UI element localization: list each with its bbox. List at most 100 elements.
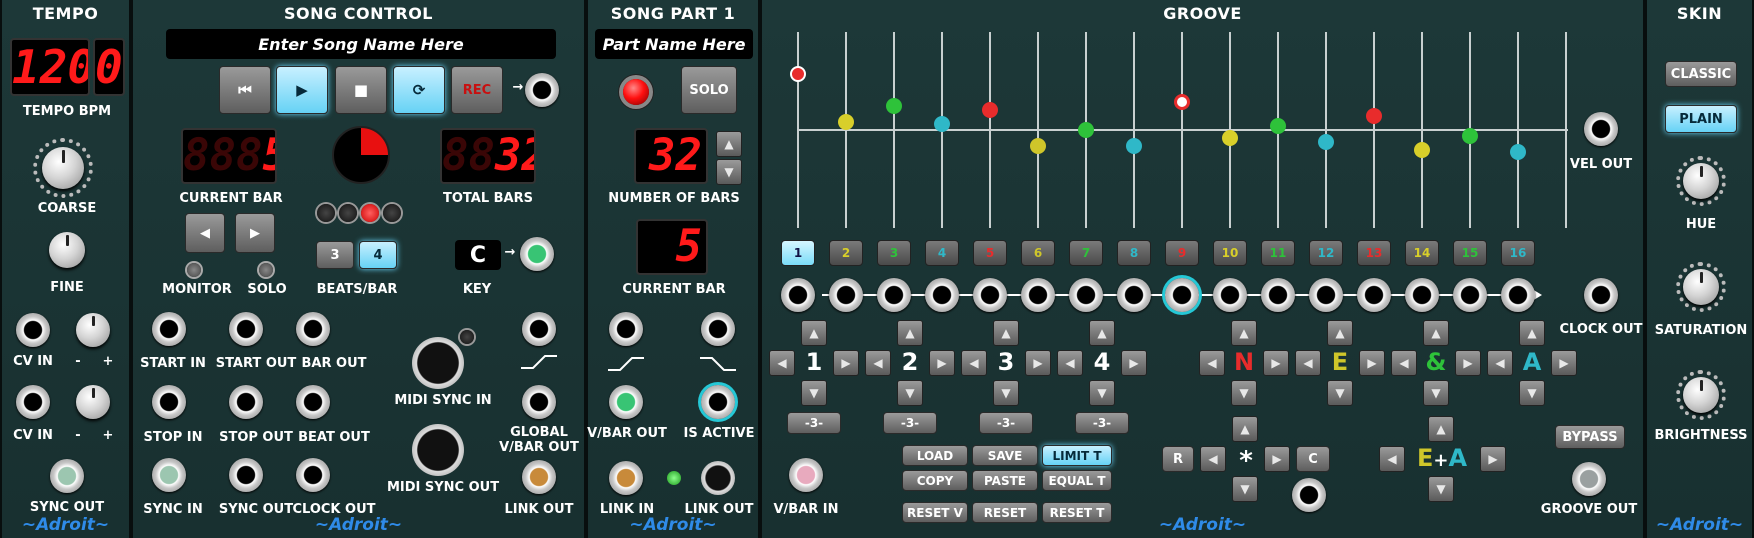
velocity-point[interactable]: [838, 114, 854, 130]
saturation-knob[interactable]: [1683, 269, 1719, 305]
monitor-led[interactable]: [187, 263, 201, 277]
step-jack-10[interactable]: [1213, 278, 1247, 312]
hue-knob[interactable]: [1683, 163, 1719, 199]
velocity-point[interactable]: [1030, 138, 1046, 154]
sub-1-right-button[interactable]: ▶: [1359, 350, 1385, 376]
step-button-10[interactable]: 10: [1213, 240, 1247, 266]
ea-right-button[interactable]: ▶: [1480, 446, 1506, 472]
step-jack-1[interactable]: [781, 278, 815, 312]
part-name-field[interactable]: Part Name Here: [595, 29, 753, 59]
c-button[interactable]: C: [1296, 446, 1330, 472]
star-left-button[interactable]: ◀: [1200, 446, 1226, 472]
brightness-knob[interactable]: [1683, 377, 1719, 413]
step-button-16[interactable]: 16: [1501, 240, 1535, 266]
stop-button[interactable]: ■: [335, 66, 387, 114]
beat-2-left-button[interactable]: ◀: [865, 350, 891, 376]
star-jack[interactable]: [1292, 478, 1326, 512]
global-link-jack[interactable]: [522, 312, 556, 346]
velocity-point[interactable]: [934, 115, 950, 132]
beat-3-down-button[interactable]: ▼: [993, 380, 1019, 406]
star-right-button[interactable]: ▶: [1264, 446, 1290, 472]
rewind-button[interactable]: ⏮: [219, 66, 271, 114]
beat-1-right-button[interactable]: ▶: [833, 350, 859, 376]
fine-knob[interactable]: [49, 232, 85, 268]
beats-3-button[interactable]: 3: [316, 241, 354, 269]
beat-3-left-button[interactable]: ◀: [961, 350, 987, 376]
velocity-point[interactable]: [982, 102, 998, 118]
velocity-point[interactable]: [1270, 118, 1286, 134]
beat-2-right-button[interactable]: ▶: [929, 350, 955, 376]
groove-out-jack[interactable]: [1572, 462, 1606, 496]
step-button-4[interactable]: 4: [925, 240, 959, 266]
velocity-point[interactable]: [1414, 142, 1430, 158]
beat-4-triplet-button[interactable]: -3-: [1075, 412, 1129, 434]
step-button-2[interactable]: 2: [829, 240, 863, 266]
velocity-point[interactable]: [1462, 128, 1478, 145]
prev-bar-button[interactable]: ◀: [185, 213, 225, 253]
copy-button[interactable]: COPY: [902, 470, 968, 491]
sub-3-down-button[interactable]: ▼: [1519, 380, 1545, 406]
vel-out-jack[interactable]: [1584, 112, 1618, 146]
global-vbar-out-jack[interactable]: [522, 385, 556, 419]
cv-1-attenuator-knob[interactable]: [76, 313, 110, 347]
step-button-15[interactable]: 15: [1453, 240, 1487, 266]
next-bar-button[interactable]: ▶: [235, 213, 275, 253]
step-jack-6[interactable]: [1021, 278, 1055, 312]
start-out-jack[interactable]: [229, 312, 263, 346]
stop-in-jack[interactable]: [152, 385, 186, 419]
velocity-point[interactable]: [1078, 122, 1094, 138]
velocity-point[interactable]: [1366, 107, 1382, 124]
beat-3-triplet-button[interactable]: -3-: [979, 412, 1033, 434]
step-jack-9[interactable]: [1165, 278, 1199, 312]
solo-led[interactable]: [259, 263, 273, 277]
link-out-jack[interactable]: [522, 460, 556, 494]
velocity-point[interactable]: [1126, 138, 1142, 154]
vbar-in-jack[interactable]: [789, 458, 823, 492]
step-button-14[interactable]: 14: [1405, 240, 1439, 266]
velocity-point[interactable]: [790, 66, 806, 82]
ea-down-button[interactable]: ▼: [1428, 476, 1454, 502]
step-jack-4[interactable]: [925, 278, 959, 312]
velocity-point[interactable]: [886, 98, 902, 114]
beats-4-button[interactable]: 4: [359, 241, 397, 269]
beat-1-up-button[interactable]: ▲: [801, 320, 827, 346]
velocity-point[interactable]: [1318, 134, 1334, 150]
sync-in-jack[interactable]: [152, 458, 186, 492]
midi-sync-out-din[interactable]: [412, 424, 464, 476]
velocity-point[interactable]: [1510, 144, 1526, 161]
sub-0-right-button[interactable]: ▶: [1263, 350, 1289, 376]
step-button-1[interactable]: 1: [781, 240, 815, 266]
stop-out-jack[interactable]: [229, 385, 263, 419]
beat-3-right-button[interactable]: ▶: [1025, 350, 1051, 376]
ea-up-button[interactable]: ▲: [1428, 416, 1454, 442]
part-ramp-down-jack[interactable]: [701, 312, 735, 346]
sub-2-right-button[interactable]: ▶: [1455, 350, 1481, 376]
step-jack-13[interactable]: [1357, 278, 1391, 312]
step-jack-12[interactable]: [1309, 278, 1343, 312]
key-jack[interactable]: [520, 237, 554, 271]
tempo-sync-out-jack[interactable]: [50, 459, 84, 493]
step-jack-11[interactable]: [1261, 278, 1295, 312]
step-button-12[interactable]: 12: [1309, 240, 1343, 266]
step-jack-5[interactable]: [973, 278, 1007, 312]
sub-0-left-button[interactable]: ◀: [1199, 350, 1225, 376]
sub-1-left-button[interactable]: ◀: [1295, 350, 1321, 376]
bypass-button[interactable]: BYPASS: [1555, 425, 1625, 449]
beat-1-triplet-button[interactable]: -3-: [787, 412, 841, 434]
part-ramp-up-jack[interactable]: [609, 312, 643, 346]
classic-button[interactable]: CLASSIC: [1665, 61, 1737, 87]
sub-2-down-button[interactable]: ▼: [1423, 380, 1449, 406]
load-button[interactable]: LOAD: [902, 445, 968, 466]
sub-3-up-button[interactable]: ▲: [1519, 320, 1545, 346]
velocity-graph[interactable]: [790, 32, 1568, 228]
step-button-3[interactable]: 3: [877, 240, 911, 266]
step-button-9[interactable]: 9: [1165, 240, 1199, 266]
star-down-button[interactable]: ▼: [1232, 476, 1258, 502]
part-link-out-connector[interactable]: [701, 461, 735, 495]
loop-button[interactable]: ⟳: [393, 66, 445, 114]
sub-3-left-button[interactable]: ◀: [1487, 350, 1513, 376]
beat-out-jack[interactable]: [296, 385, 330, 419]
cv-in-2-jack[interactable]: [16, 385, 50, 419]
record-button[interactable]: REC: [451, 66, 503, 114]
plain-button[interactable]: PLAIN: [1665, 105, 1737, 133]
